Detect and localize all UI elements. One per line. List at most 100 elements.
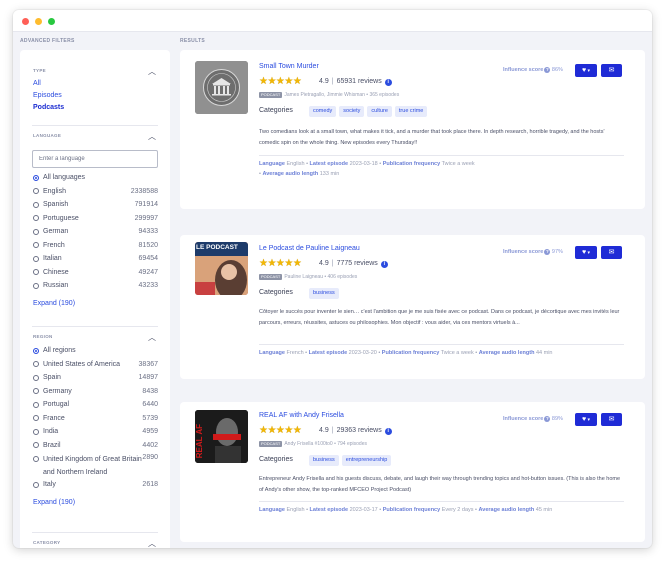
chevron-up-icon[interactable]: ︿ bbox=[148, 332, 156, 343]
region-option-portugal[interactable]: Portugal 6440 bbox=[32, 398, 158, 412]
favorite-dropdown-button[interactable]: ♥ ▾ bbox=[575, 246, 597, 259]
region-option-all[interactable]: All regions bbox=[32, 344, 158, 358]
language-option-french[interactable]: French 81520 bbox=[32, 239, 158, 253]
favorite-dropdown-button[interactable]: ♥ ▾ bbox=[575, 413, 597, 426]
radio-icon[interactable] bbox=[33, 415, 39, 421]
category-chip[interactable]: entrepreneurship bbox=[341, 455, 392, 466]
language-option-portuguese[interactable]: Portuguese 299997 bbox=[32, 212, 158, 226]
option-count: 5739 bbox=[142, 414, 158, 422]
contact-button[interactable]: ✉ bbox=[601, 413, 622, 426]
region-option-brazil[interactable]: Brazil 4402 bbox=[32, 439, 158, 453]
rating-value: 4.9 bbox=[319, 260, 329, 267]
radio-checked-icon[interactable] bbox=[33, 174, 39, 181]
radio-icon[interactable] bbox=[33, 401, 39, 408]
result-card: REAL AF REAL AF with Andy Frisella ★★★★★… bbox=[180, 402, 645, 542]
podcast-meta: PODCAST James Pietragallo, Jimmie Whisman… bbox=[259, 92, 399, 98]
category-filter-title: CATEGORY bbox=[33, 540, 61, 545]
podcast-title-link[interactable]: Small Town Murder bbox=[259, 63, 319, 70]
category-chip[interactable]: comedy bbox=[309, 106, 337, 117]
radio-icon[interactable] bbox=[33, 255, 39, 262]
language-option-spanish[interactable]: Spanish 791914 bbox=[32, 198, 158, 212]
language-option-italian[interactable]: Italian 69454 bbox=[32, 252, 158, 266]
podcast-cover-image[interactable] bbox=[195, 61, 248, 114]
radio-icon[interactable] bbox=[33, 455, 39, 462]
language-filter-header[interactable]: LANGUAGE ︿ bbox=[32, 131, 158, 141]
type-all-link[interactable]: All bbox=[32, 78, 158, 90]
radio-icon[interactable] bbox=[33, 215, 39, 221]
info-icon[interactable]: i bbox=[384, 428, 392, 435]
category-chip[interactable]: true crime bbox=[394, 106, 428, 117]
region-option-france[interactable]: France 5739 bbox=[32, 412, 158, 426]
region-option-italy[interactable]: Italy 2618 bbox=[32, 478, 158, 492]
help-icon[interactable]: ? bbox=[544, 67, 551, 73]
contact-button[interactable]: ✉ bbox=[601, 64, 622, 77]
podcast-meta: PODCAST Pauline Laigneau • 406 episodes bbox=[259, 274, 357, 280]
language-search-input[interactable] bbox=[32, 150, 158, 168]
region-filter-header[interactable]: REGION ︿ bbox=[32, 332, 158, 342]
type-podcasts-link[interactable]: Podcasts bbox=[32, 102, 158, 114]
review-count: 65931 reviews bbox=[336, 78, 382, 85]
region-expand-link[interactable]: Expand (190) bbox=[32, 496, 158, 509]
region-filter: REGION ︿ All regions United States of Am… bbox=[32, 332, 158, 509]
radio-icon[interactable] bbox=[33, 201, 39, 208]
radio-icon[interactable] bbox=[33, 374, 39, 381]
radio-icon[interactable] bbox=[33, 282, 39, 289]
favorite-dropdown-button[interactable]: ♥ ▾ bbox=[575, 64, 597, 77]
option-count: 2338588 bbox=[130, 187, 158, 195]
radio-icon[interactable] bbox=[33, 269, 39, 275]
info-icon[interactable]: i bbox=[384, 79, 392, 86]
filters-header: ADVANCED FILTERS bbox=[20, 38, 75, 44]
minimize-window-button[interactable] bbox=[35, 18, 42, 25]
maximize-window-button[interactable] bbox=[48, 18, 55, 25]
radio-icon[interactable] bbox=[33, 442, 39, 448]
region-option-spain[interactable]: Spain 14897 bbox=[32, 371, 158, 385]
category-chip[interactable]: business bbox=[309, 455, 339, 466]
podcast-stats: Language French • Latest episode 2023-03… bbox=[259, 350, 553, 356]
radio-checked-icon[interactable] bbox=[33, 347, 39, 354]
info-icon[interactable]: i bbox=[380, 261, 388, 268]
close-window-button[interactable] bbox=[22, 18, 29, 25]
hosts-episodes: James Pietragallo, Jimmie Whisman • 365 … bbox=[284, 92, 400, 98]
radio-icon[interactable] bbox=[33, 242, 39, 248]
option-count: 49247 bbox=[138, 268, 158, 276]
podcast-cover-image[interactable]: REAL AF bbox=[195, 410, 248, 463]
radio-icon[interactable] bbox=[33, 481, 39, 488]
radio-icon[interactable] bbox=[33, 388, 39, 394]
language-expand-link[interactable]: Expand (190) bbox=[32, 297, 158, 310]
category-chip[interactable]: culture bbox=[367, 106, 392, 117]
language-option-russian[interactable]: Russian 43233 bbox=[32, 279, 158, 293]
podcast-title-link[interactable]: Le Podcast de Pauline Laigneau bbox=[259, 245, 360, 252]
language-option-all[interactable]: All languages bbox=[32, 171, 158, 185]
category-filter-header[interactable]: CATEGORY ︿ bbox=[32, 538, 158, 548]
category-chip[interactable]: society bbox=[339, 106, 365, 117]
chevron-up-icon[interactable]: ︿ bbox=[148, 538, 156, 548]
podcast-stats: Language English • Latest episode 2023-0… bbox=[259, 507, 553, 513]
type-episodes-link[interactable]: Episodes bbox=[32, 90, 158, 102]
star-rating-icon: ★★★★★ bbox=[259, 425, 302, 436]
chevron-down-icon: ▾ bbox=[586, 250, 591, 256]
contact-button[interactable]: ✉ bbox=[601, 246, 622, 259]
podcast-title-link[interactable]: REAL AF with Andy Frisella bbox=[259, 412, 344, 419]
radio-icon[interactable] bbox=[33, 428, 39, 435]
podcast-cover-image[interactable]: LE PODCAST bbox=[195, 242, 248, 295]
radio-icon[interactable] bbox=[33, 361, 39, 367]
language-option-english[interactable]: English 2338588 bbox=[32, 185, 158, 199]
type-filter-header[interactable]: TYPE ︿ bbox=[32, 66, 158, 76]
language-option-german[interactable]: German 94333 bbox=[32, 225, 158, 239]
star-rating-icon: ★★★★★ bbox=[259, 76, 302, 87]
region-option-usa[interactable]: United States of America 38367 bbox=[32, 358, 158, 372]
result-card: Small Town Murder ★★★★★ 4.9 | 65931 review… bbox=[180, 50, 645, 209]
region-option-uk[interactable]: United Kingdom of Great Britain and Nort… bbox=[32, 452, 158, 478]
help-icon[interactable]: ? bbox=[544, 249, 551, 255]
radio-icon[interactable] bbox=[33, 188, 39, 194]
chevron-up-icon[interactable]: ︿ bbox=[148, 131, 156, 142]
category-filter: CATEGORY ︿ bbox=[32, 538, 158, 548]
radio-icon[interactable] bbox=[33, 228, 39, 235]
chevron-up-icon[interactable]: ︿ bbox=[148, 66, 156, 77]
category-chip[interactable]: business bbox=[309, 288, 339, 299]
region-option-germany[interactable]: Germany 8438 bbox=[32, 385, 158, 399]
help-icon[interactable]: ? bbox=[544, 416, 551, 422]
categories-row: Categories business bbox=[259, 288, 342, 299]
region-option-india[interactable]: India 4959 bbox=[32, 425, 158, 439]
language-option-chinese[interactable]: Chinese 49247 bbox=[32, 266, 158, 280]
